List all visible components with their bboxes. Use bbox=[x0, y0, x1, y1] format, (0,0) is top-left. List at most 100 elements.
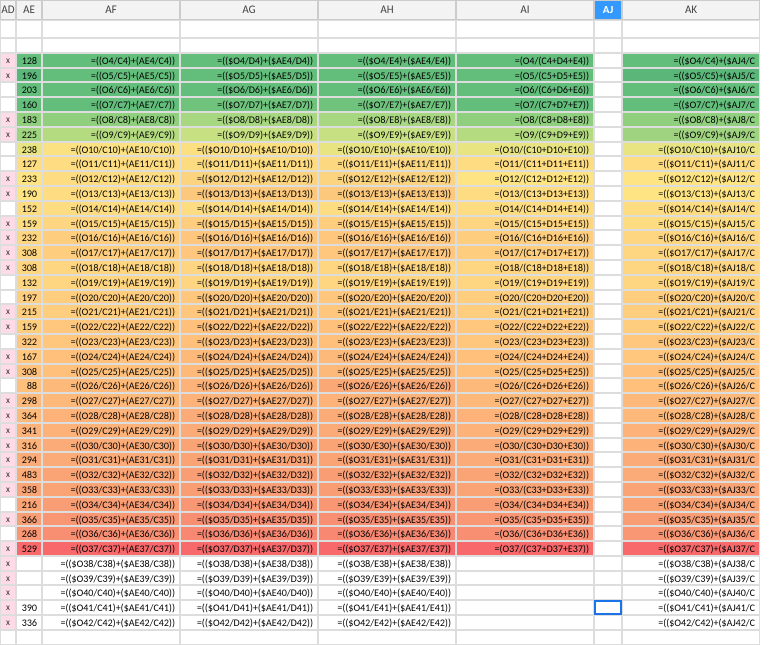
cell-ai[interactable]: =(O25/(C25+D25+E25)) bbox=[456, 364, 594, 379]
cell-af[interactable]: =((O32/C32)+(AE32/C32)) bbox=[42, 467, 180, 482]
cell-ah[interactable]: =(($O20/E20)+($AE20/E20)) bbox=[318, 290, 456, 305]
cell-ae[interactable]: 238 bbox=[16, 142, 42, 157]
cell-ag[interactable]: =(($O30/D30)+($AE30/D30)) bbox=[180, 438, 318, 453]
cell-af[interactable]: =((O11/C11)+(AE11/C11)) bbox=[42, 156, 180, 171]
cell-aj[interactable] bbox=[594, 53, 622, 68]
cell-ah[interactable] bbox=[318, 630, 456, 645]
cell-ad[interactable]: x bbox=[0, 171, 16, 186]
cell-ak[interactable]: =(($O36/C36)+($AJ36/C bbox=[622, 526, 760, 541]
cell-af[interactable]: =((O17/C17)+(AE17/C17)) bbox=[42, 245, 180, 260]
cell-ae[interactable]: 358 bbox=[16, 482, 42, 497]
cell-af[interactable]: =((O23/C23)+(AE23/C23)) bbox=[42, 334, 180, 349]
cell-ad[interactable] bbox=[0, 275, 16, 290]
cell-ae[interactable]: 88 bbox=[16, 378, 42, 393]
cell-ai[interactable]: =(O14/(C14+D14+E14)) bbox=[456, 201, 594, 216]
cell-af[interactable]: =((O27/C27)+(AE27/C27)) bbox=[42, 393, 180, 408]
cell-ae[interactable]: 308 bbox=[16, 260, 42, 275]
cell-ad[interactable]: x bbox=[0, 452, 16, 467]
cell-ak[interactable]: =(($O6/C6)+($AJ6/C bbox=[622, 82, 760, 97]
cell-ak[interactable]: =(($O22/C22)+($AJ22/C bbox=[622, 319, 760, 334]
cell-ag[interactable] bbox=[180, 630, 318, 645]
cell-ak[interactable]: =(($O26/C26)+($AJ26/C bbox=[622, 378, 760, 393]
cell-ak[interactable]: =(($O4/C4)+($AJ4/C bbox=[622, 53, 760, 68]
cell-ah[interactable]: =(($O41/E41)+($AE41/E41)) bbox=[318, 600, 456, 615]
cell-aj[interactable] bbox=[594, 600, 622, 615]
cell-ai[interactable]: =(O15/(C15+D15+E15)) bbox=[456, 216, 594, 231]
cell-af[interactable]: =((O6/C6)+(AE6/C6)) bbox=[42, 82, 180, 97]
cell-ak[interactable]: =(($O30/C30)+($AJ30/C bbox=[622, 438, 760, 453]
cell-ae[interactable]: 159 bbox=[16, 319, 42, 334]
cell-ad[interactable]: x bbox=[0, 260, 16, 275]
cell-ai[interactable] bbox=[456, 585, 594, 600]
cell-af[interactable]: =((O26/C26)+(AE26/C26)) bbox=[42, 378, 180, 393]
cell-aj[interactable] bbox=[594, 216, 622, 231]
cell-ag[interactable]: =(($O14/D14)+($AE14/D14)) bbox=[180, 201, 318, 216]
cell-ae[interactable]: 364 bbox=[16, 408, 42, 423]
spreadsheet-grid[interactable]: ADAEAFAGAHAIAJAKx128=((O4/C4)+(AE4/C4))=… bbox=[0, 0, 782, 645]
cell-ah[interactable]: =(($O28/E28)+($AE28/E28)) bbox=[318, 408, 456, 423]
cell-ae[interactable]: 160 bbox=[16, 97, 42, 112]
empty-cell[interactable] bbox=[42, 20, 180, 38]
cell-aj[interactable] bbox=[594, 334, 622, 349]
cell-aj[interactable] bbox=[594, 68, 622, 83]
cell-ai[interactable]: =(O5/(C5+D5+E5)) bbox=[456, 68, 594, 83]
cell-ae[interactable]: 298 bbox=[16, 393, 42, 408]
cell-ae[interactable]: 190 bbox=[16, 186, 42, 201]
cell-ad[interactable]: x bbox=[0, 408, 16, 423]
cell-ai[interactable]: =(O12/(C12+D12+E12)) bbox=[456, 171, 594, 186]
cell-aj[interactable] bbox=[594, 349, 622, 364]
cell-ai[interactable]: =(O13/(C13+D13+E13)) bbox=[456, 186, 594, 201]
cell-ak[interactable]: =(($O25/C25)+($AJ25/C bbox=[622, 364, 760, 379]
cell-af[interactable]: =((O34/C34)+(AE34/C34)) bbox=[42, 497, 180, 512]
cell-ag[interactable]: =(($O27/D27)+($AE27/D27)) bbox=[180, 393, 318, 408]
cell-ad[interactable]: x bbox=[0, 230, 16, 245]
cell-ah[interactable]: =(($O4/E4)+($AE4/E4)) bbox=[318, 53, 456, 68]
cell-ad[interactable]: x bbox=[0, 438, 16, 453]
cell-aj[interactable] bbox=[594, 186, 622, 201]
cell-ae[interactable]: 308 bbox=[16, 245, 42, 260]
cell-ad[interactable]: x bbox=[0, 112, 16, 127]
cell-ag[interactable]: =(($O29/D29)+($AE29/D29)) bbox=[180, 423, 318, 438]
cell-ag[interactable]: =(($O37/D37)+($AE37/D37)) bbox=[180, 541, 318, 556]
cell-ah[interactable]: =(($O16/E16)+($AE16/E16)) bbox=[318, 230, 456, 245]
cell-aj[interactable] bbox=[594, 142, 622, 157]
cell-ak[interactable] bbox=[622, 38, 760, 53]
cell-ah[interactable]: =(($O24/E24)+($AE24/E24)) bbox=[318, 349, 456, 364]
cell-ak[interactable]: =(($O17/C17)+($AJ17/C bbox=[622, 245, 760, 260]
cell-af[interactable]: =((O14/C14)+(AE14/C14)) bbox=[42, 201, 180, 216]
cell-ak[interactable]: =(($O29/C29)+($AJ29/C bbox=[622, 423, 760, 438]
cell-ag[interactable]: =(($O13/D13)+($AE13/D13)) bbox=[180, 186, 318, 201]
cell-ah[interactable]: =(($O17/E17)+($AE17/E17)) bbox=[318, 245, 456, 260]
cell-ah[interactable]: =(($O11/E11)+($AE11/E11)) bbox=[318, 156, 456, 171]
cell-ak[interactable]: =(($O33/C33)+($AJ33/C bbox=[622, 482, 760, 497]
cell-ag[interactable]: =(($O38/D38)+($AE38/D38)) bbox=[180, 556, 318, 571]
cell-ag[interactable]: =(($O7/D7)+($AE7/D7)) bbox=[180, 97, 318, 112]
cell-ae[interactable]: 152 bbox=[16, 201, 42, 216]
cell-ai[interactable] bbox=[456, 630, 594, 645]
column-header-ak[interactable]: AK bbox=[622, 0, 760, 20]
cell-ai[interactable]: =(O4/(C4+D4+E4)) bbox=[456, 53, 594, 68]
cell-ai[interactable]: =(O10/(C10+D10+E10)) bbox=[456, 142, 594, 157]
cell-aj[interactable] bbox=[594, 260, 622, 275]
cell-ae[interactable]: 232 bbox=[16, 230, 42, 245]
cell-ah[interactable]: =(($O13/E13)+($AE13/E13)) bbox=[318, 186, 456, 201]
cell-ai[interactable]: =(O31/(C31+D31+E31)) bbox=[456, 452, 594, 467]
cell-ai[interactable]: =(O35/(C35+D35+E35)) bbox=[456, 512, 594, 527]
empty-cell[interactable] bbox=[16, 20, 42, 38]
empty-cell[interactable] bbox=[0, 20, 16, 38]
cell-ah[interactable]: =(($O26/E26)+($AE26/E26)) bbox=[318, 378, 456, 393]
cell-ak[interactable]: =(($O12/C12)+($AJ12/C bbox=[622, 171, 760, 186]
cell-ag[interactable]: =(($O6/D6)+($AE6/D6)) bbox=[180, 82, 318, 97]
cell-ah[interactable]: =(($O7/E7)+($AE7/E7)) bbox=[318, 97, 456, 112]
cell-ag[interactable]: =(($O18/D18)+($AE18/D18)) bbox=[180, 260, 318, 275]
cell-ag[interactable]: =(($O16/D16)+($AE16/D16)) bbox=[180, 230, 318, 245]
cell-af[interactable]: =((O29/C29)+(AE29/C29)) bbox=[42, 423, 180, 438]
cell-ah[interactable]: =(($O34/E34)+($AE34/E34)) bbox=[318, 497, 456, 512]
cell-ae[interactable]: 183 bbox=[16, 112, 42, 127]
empty-cell[interactable] bbox=[456, 20, 594, 38]
cell-ai[interactable]: =(O30/(C30+D30+E30)) bbox=[456, 438, 594, 453]
column-header-ad[interactable]: AD bbox=[0, 0, 16, 20]
cell-ak[interactable]: =(($O18/C18)+($AJ18/C bbox=[622, 260, 760, 275]
column-header-af[interactable]: AF bbox=[42, 0, 180, 20]
cell-ah[interactable]: =(($O30/E30)+($AE30/E30)) bbox=[318, 438, 456, 453]
